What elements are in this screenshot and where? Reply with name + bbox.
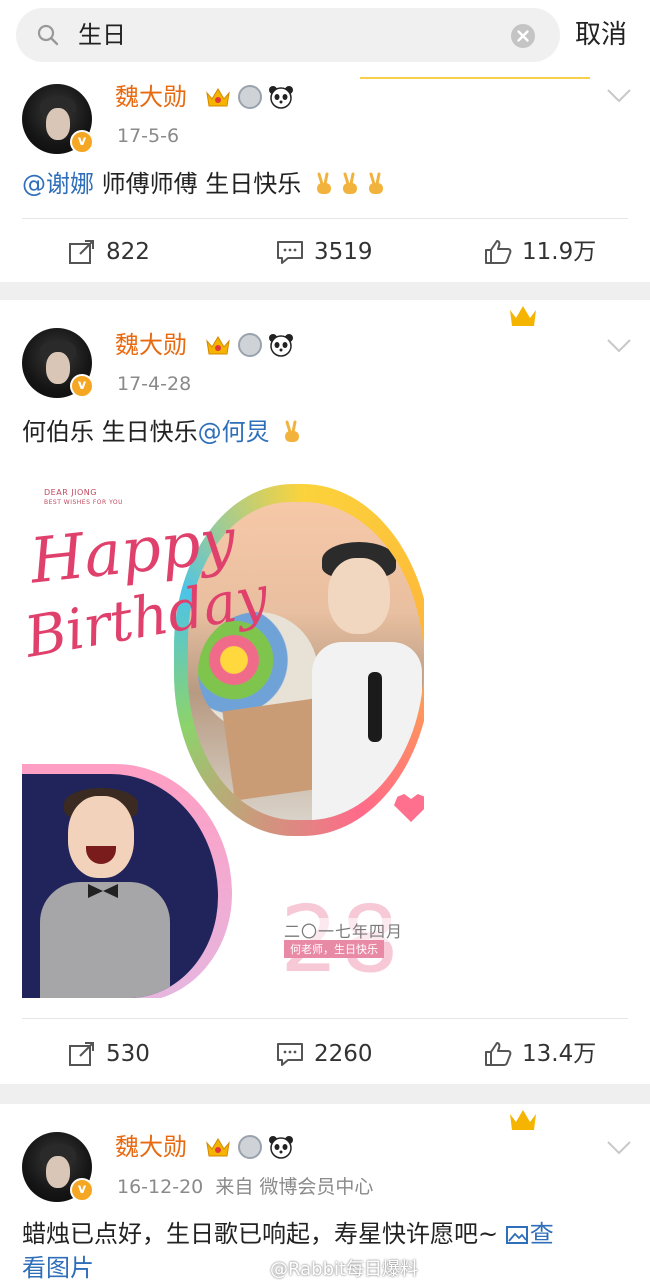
repost-button[interactable]: 530: [68, 1037, 188, 1071]
avatar[interactable]: v: [22, 328, 94, 398]
crown-icon: [206, 1138, 230, 1157]
like-icon: [485, 240, 512, 264]
crown-icon: [206, 336, 230, 355]
chevron-down-icon[interactable]: [606, 338, 632, 354]
mention-link[interactable]: @何炅: [198, 418, 270, 446]
post-text-line2: 看图片: [22, 1252, 94, 1284]
victory-emoji: [342, 172, 357, 194]
like-count: 11.9万: [522, 239, 597, 265]
username[interactable]: 魏大勋: [115, 330, 187, 360]
medal-icon: [238, 1135, 262, 1159]
victory-emoji: [368, 172, 383, 194]
divider: [22, 218, 628, 219]
verified-icon: v: [70, 130, 94, 154]
post-time: 17-5-6: [117, 125, 180, 147]
image-icon: [505, 1226, 528, 1244]
like-count: 13.4万: [522, 1041, 597, 1067]
comment-button[interactable]: 2260: [276, 1037, 406, 1071]
search-input[interactable]: 生日: [16, 8, 560, 62]
search-query: 生日: [78, 21, 126, 49]
repost-icon: [69, 1042, 94, 1066]
post-body: 何伯乐 生日快乐: [22, 418, 198, 446]
post-card[interactable]: v 魏大勋 17-4-28 何伯乐 生日快乐@何炅 DEAR JIONG BEST…: [0, 300, 650, 1084]
repost-icon: [69, 240, 94, 264]
like-icon: [485, 1042, 512, 1066]
poster-tag: 何老师，生日快乐: [284, 940, 384, 958]
post-meta: 16-12-20 来自 微博会员中心: [117, 1175, 373, 1199]
repost-count: 822: [106, 239, 150, 265]
search-icon: [37, 24, 59, 46]
post-text: 蜡烛已点好，生日歌已响起，寿星快许愿吧~ 查: [22, 1218, 554, 1250]
medal-icon: [238, 333, 262, 357]
mention-link[interactable]: @谢娜: [22, 170, 94, 198]
post-text: 何伯乐 生日快乐@何炅: [22, 416, 303, 448]
verified-icon: v: [70, 374, 94, 398]
crown-decoration-icon: [360, 306, 590, 326]
like-button[interactable]: 11.9万: [484, 235, 624, 269]
search-header: 生日 取消: [0, 0, 650, 74]
post-body: 蜡烛已点好，生日歌已响起，寿星快许愿吧~: [22, 1220, 506, 1248]
divider: [22, 1018, 628, 1019]
weibo-icon: [244, 1261, 265, 1278]
crown-icon: [206, 88, 230, 107]
avatar[interactable]: v: [22, 1132, 94, 1202]
medal-icon: [238, 85, 262, 109]
view-image-link-cont[interactable]: 看图片: [22, 1254, 94, 1282]
post-time: 17-4-28: [117, 373, 192, 395]
clear-icon[interactable]: [510, 23, 536, 49]
username[interactable]: 魏大勋: [115, 1132, 187, 1162]
victory-emoji: [285, 420, 300, 442]
crown-decoration-icon: [360, 1110, 590, 1130]
repost-button[interactable]: 822: [68, 235, 188, 269]
cancel-button[interactable]: 取消: [575, 18, 627, 52]
comment-count: 3519: [314, 239, 373, 265]
username[interactable]: 魏大勋: [115, 82, 187, 112]
view-image-link[interactable]: 查: [505, 1220, 554, 1248]
repost-count: 530: [106, 1041, 150, 1067]
panda-icon: [269, 334, 293, 357]
comment-icon: [277, 1043, 303, 1066]
comment-button[interactable]: 3519: [276, 235, 406, 269]
crown-decoration-icon: [360, 77, 590, 79]
post-body: 师傅师傅 生日快乐: [94, 170, 302, 198]
post-text: @谢娜 师傅师傅 生日快乐: [22, 168, 387, 200]
comment-count: 2260: [314, 1041, 373, 1067]
panda-icon: [269, 86, 293, 109]
comment-icon: [277, 241, 303, 264]
post-time: 16-12-20: [117, 1176, 204, 1198]
like-button[interactable]: 13.4万: [484, 1037, 624, 1071]
chevron-down-icon[interactable]: [606, 1140, 632, 1156]
watermark: @Rabbit每日爆料: [244, 1258, 418, 1282]
post-card[interactable]: v 魏大勋 17-5-6 @谢娜 师傅师傅 生日快乐 822 3519 11.9…: [0, 74, 650, 282]
panda-icon: [269, 1136, 293, 1159]
victory-emoji: [316, 172, 331, 194]
poster-brand: DEAR JIONG BEST WISHES FOR YOU: [44, 488, 124, 506]
post-source: 来自 微博会员中心: [215, 1176, 374, 1198]
post-image[interactable]: DEAR JIONG BEST WISHES FOR YOU Happy Birt…: [22, 478, 424, 998]
poster-date: 二〇一七年四月: [284, 918, 404, 942]
verified-icon: v: [70, 1178, 94, 1202]
avatar[interactable]: v: [22, 84, 94, 154]
chevron-down-icon[interactable]: [606, 88, 632, 104]
